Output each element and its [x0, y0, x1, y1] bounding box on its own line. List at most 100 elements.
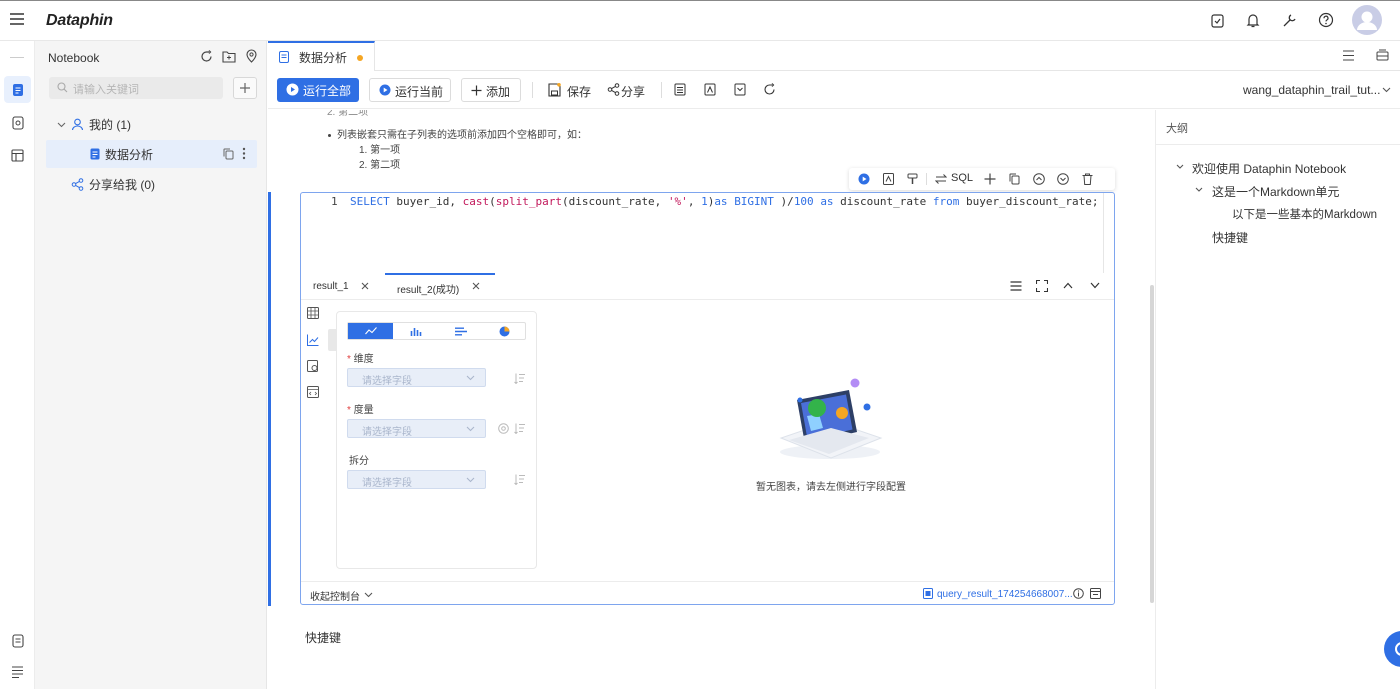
hbar-chart-type-button[interactable]	[438, 323, 483, 339]
tree-row-shared[interactable]: 分享给我 (0)	[71, 176, 155, 193]
run-current-button[interactable]: 运行当前	[369, 78, 451, 102]
dimension-sort-icon[interactable]	[514, 373, 526, 384]
play-current-icon	[379, 84, 391, 96]
more-icon[interactable]	[242, 147, 246, 160]
rail-doc-icon[interactable]	[4, 627, 31, 654]
result-menu-icon[interactable]	[1010, 281, 1022, 291]
dimension-select[interactable]: 请选择字段	[347, 368, 486, 387]
move-up-icon[interactable]	[1033, 173, 1045, 185]
search-placeholder: 请输入关键词	[73, 84, 139, 96]
new-folder-icon[interactable]	[222, 50, 236, 63]
rail-table-icon[interactable]	[4, 142, 31, 169]
rail-file-icon[interactable]	[4, 109, 31, 136]
add-button[interactable]: 添加	[461, 78, 521, 102]
outline-item-2[interactable]: 这是一个Markdown单元	[1212, 183, 1339, 200]
measure-select[interactable]: 请选择字段	[347, 419, 486, 438]
outline-title: 大纲	[1166, 123, 1188, 135]
share-button[interactable]: 分享	[621, 83, 645, 100]
info-icon[interactable]	[1073, 588, 1084, 599]
outline-toggle-icon[interactable]	[674, 83, 686, 96]
export-icon[interactable]	[1090, 588, 1101, 599]
copy-icon[interactable]	[223, 148, 234, 160]
menu-icon[interactable]	[10, 13, 24, 25]
bar-chart-type-button[interactable]	[393, 323, 438, 339]
cell-format-icon[interactable]	[883, 173, 894, 185]
sql-cell[interactable]: 1 SELECT buyer_id, cast(split_part(disco…	[300, 192, 1115, 605]
measure-sort-icon[interactable]	[514, 423, 526, 434]
collapse-console-chevron-icon[interactable]	[364, 592, 373, 598]
fullscreen-icon[interactable]	[1036, 280, 1048, 292]
switch-type-icon[interactable]	[935, 174, 947, 184]
sql-editor[interactable]: SELECT buyer_id, cast(split_part(discoun…	[350, 195, 1098, 208]
dimension-select-placeholder: 请选择字段	[362, 376, 412, 387]
tab-bar: 数据分析	[268, 41, 1400, 71]
split-sort-icon[interactable]	[514, 474, 526, 485]
main-scrollbar[interactable]	[1150, 285, 1154, 603]
project-chevron-icon[interactable]	[1382, 87, 1391, 93]
line-chart-type-button[interactable]	[348, 323, 393, 339]
chevron-up-icon[interactable]	[1063, 282, 1073, 289]
chart-view-icon[interactable]	[307, 334, 319, 346]
clipboard-icon[interactable]	[1211, 13, 1224, 28]
user-icon	[71, 118, 84, 131]
add-cell-icon[interactable]	[984, 173, 996, 185]
reload-icon[interactable]	[763, 83, 776, 96]
toolbar-divider	[532, 82, 533, 98]
query-result-link[interactable]: query_result_174254668007...	[937, 589, 1073, 600]
outline-panel: 大纲 欢迎使用 Dataphin Notebook 这是一个Markdown单元…	[1155, 110, 1400, 689]
save-icon[interactable]	[548, 83, 561, 97]
history-icon[interactable]	[734, 83, 746, 96]
chart-type-switcher	[347, 322, 526, 340]
editor-scrollbar[interactable]	[1103, 193, 1104, 273]
pie-chart-type-button[interactable]	[483, 323, 526, 339]
outline-item-1[interactable]: 欢迎使用 Dataphin Notebook	[1192, 160, 1346, 177]
result-tab-1[interactable]: result_1	[301, 273, 385, 299]
run-cell-icon[interactable]	[858, 173, 870, 185]
code-view-icon[interactable]	[307, 386, 319, 398]
layout-icon[interactable]	[1376, 49, 1389, 62]
avatar[interactable]	[1352, 5, 1382, 35]
measure-settings-icon[interactable]	[498, 423, 509, 434]
variables-icon[interactable]	[704, 83, 716, 96]
project-selector[interactable]: wang_dataphin_trail_tut...	[1243, 83, 1380, 97]
chevron-down-result-icon[interactable]	[1090, 282, 1100, 289]
move-down-icon[interactable]	[1057, 173, 1069, 185]
outline-item-4[interactable]: 快捷键	[1212, 229, 1248, 246]
split-select[interactable]: 请选择字段	[347, 470, 486, 489]
rail-notebook-icon[interactable]	[4, 76, 31, 103]
rail-list-icon[interactable]	[4, 658, 31, 685]
help-icon[interactable]	[1318, 12, 1334, 28]
cell-type-label[interactable]: SQL	[951, 172, 973, 184]
refresh-icon[interactable]	[200, 50, 213, 63]
tree-row-mine[interactable]: 我的 (1)	[57, 116, 131, 133]
tab-list-icon[interactable]	[1342, 50, 1355, 61]
search-input[interactable]: 请输入关键词	[49, 77, 223, 99]
collapse-console-button[interactable]: 收起控制台	[310, 588, 360, 603]
copy-cell-icon[interactable]	[1009, 173, 1020, 185]
add-notebook-button[interactable]	[233, 77, 257, 99]
bell-icon[interactable]	[1246, 13, 1260, 28]
close-tab-2-icon[interactable]	[472, 282, 480, 290]
pivot-view-icon[interactable]	[307, 360, 319, 372]
save-button[interactable]: 保存	[567, 83, 591, 100]
toolbar-divider-2	[661, 82, 662, 98]
locate-icon[interactable]	[245, 49, 258, 63]
empty-chart-illustration	[775, 376, 885, 461]
brush-icon[interactable]	[907, 173, 918, 185]
chevron-down-icon	[57, 122, 66, 128]
tree-item-notebook[interactable]: 数据分析	[46, 140, 257, 168]
tools-icon[interactable]	[1282, 13, 1297, 28]
result-tab-2[interactable]: result_2(成功)	[385, 273, 495, 299]
app-logo[interactable]: Dataphin	[46, 12, 113, 30]
outline-chevron-2-icon[interactable]	[1195, 187, 1203, 193]
outline-item-3[interactable]: 以下是一些基本的Markdown	[1232, 206, 1377, 222]
share-toolbar-icon[interactable]	[607, 83, 620, 96]
delete-cell-icon[interactable]	[1082, 173, 1093, 185]
table-view-icon[interactable]	[307, 307, 319, 319]
tab-notebook[interactable]: 数据分析	[268, 41, 375, 71]
close-tab-1-icon[interactable]	[361, 282, 369, 290]
outline-chevron-1-icon[interactable]	[1176, 164, 1184, 170]
measure-select-chevron-icon	[466, 426, 475, 432]
kw-from: from	[932, 195, 960, 208]
run-all-button[interactable]: 运行全部	[277, 78, 359, 102]
